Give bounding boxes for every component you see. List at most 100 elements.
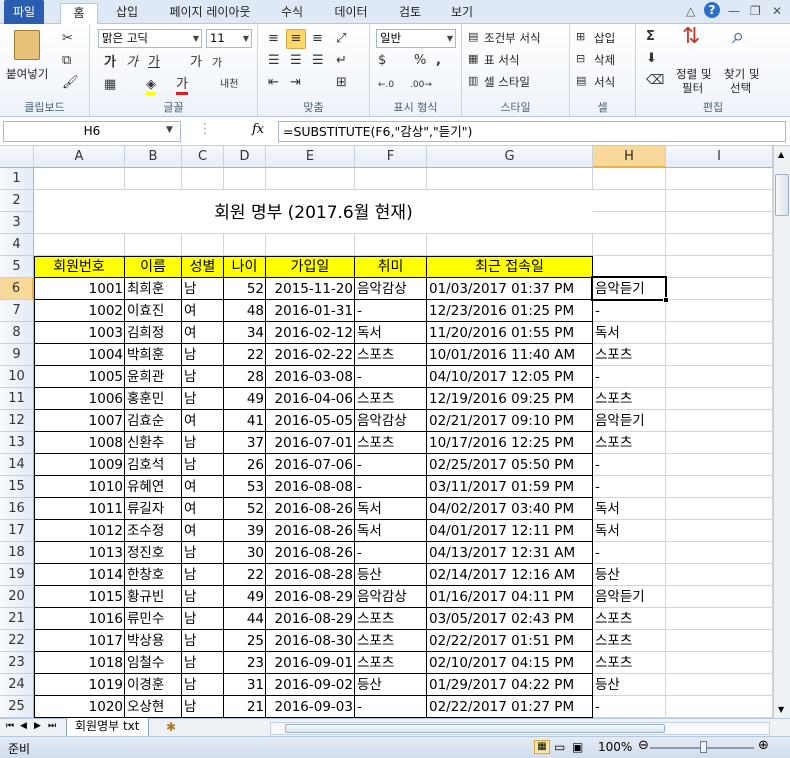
table-cell[interactable]: 2016-05-05: [266, 410, 355, 432]
table-cell[interactable]: 37: [224, 432, 266, 454]
font-size-select[interactable]: 11 ▼: [206, 29, 252, 48]
insert-cells-button[interactable]: 삽입: [594, 30, 615, 46]
prev-sheet-icon[interactable]: ◀: [20, 721, 27, 731]
table-cell[interactable]: 02/25/2017 05:50 PM: [427, 454, 593, 476]
select-all-corner[interactable]: [0, 146, 34, 168]
page-break-view-icon[interactable]: ▣: [572, 740, 583, 754]
table-cell[interactable]: 스포츠: [355, 608, 427, 630]
tab-insert[interactable]: 삽입: [110, 3, 144, 24]
table-cell[interactable]: 1012: [34, 520, 125, 542]
fill-handle[interactable]: [663, 297, 669, 303]
table-cell[interactable]: 여: [182, 476, 224, 498]
zoom-slider-thumb[interactable]: [700, 741, 707, 753]
table-cell[interactable]: 남: [182, 564, 224, 586]
row-header[interactable]: 8: [0, 322, 34, 344]
row-header[interactable]: 18: [0, 542, 34, 564]
row-header[interactable]: 16: [0, 498, 34, 520]
table-cell[interactable]: 독서: [355, 498, 427, 520]
table-cell[interactable]: -: [593, 542, 666, 564]
table-cell[interactable]: 2016-01-31: [266, 300, 355, 322]
table-cell[interactable]: 1016: [34, 608, 125, 630]
table-cell[interactable]: 52: [224, 278, 266, 300]
column-header-b[interactable]: B: [125, 146, 182, 168]
align-top-icon[interactable]: ≡: [268, 32, 279, 46]
accounting-format-icon[interactable]: $: [378, 54, 386, 68]
format-cells-button[interactable]: 서식: [594, 74, 615, 90]
table-cell[interactable]: 독서: [355, 520, 427, 542]
table-cell[interactable]: 오상현: [125, 696, 182, 718]
table-cell[interactable]: 1019: [34, 674, 125, 696]
increase-decimal-icon[interactable]: ←.0: [378, 78, 394, 92]
tab-review[interactable]: 검토: [390, 3, 430, 24]
row-header[interactable]: 22: [0, 630, 34, 652]
header-cell[interactable]: 최근 접속일: [427, 256, 593, 278]
merge-center-icon[interactable]: ⊞: [336, 76, 347, 90]
insert-function-button[interactable]: fx: [252, 122, 264, 137]
column-header-h[interactable]: H: [593, 146, 666, 168]
table-cell[interactable]: 김효순: [125, 410, 182, 432]
row-header[interactable]: 10: [0, 366, 34, 388]
table-cell[interactable]: -: [355, 476, 427, 498]
underline-button[interactable]: 가: [148, 56, 160, 70]
table-cell[interactable]: 01/03/2017 01:37 PM: [427, 278, 593, 300]
row-header[interactable]: 9: [0, 344, 34, 366]
name-box-dropdown-icon[interactable]: ▼: [166, 125, 173, 135]
table-cell[interactable]: 최희훈: [125, 278, 182, 300]
table-cell[interactable]: 스포츠: [355, 652, 427, 674]
table-cell[interactable]: 1017: [34, 630, 125, 652]
tab-view[interactable]: 보기: [442, 3, 482, 24]
row-header[interactable]: 14: [0, 454, 34, 476]
table-cell[interactable]: 1001: [34, 278, 125, 300]
bold-button[interactable]: 가: [104, 56, 116, 70]
table-cell[interactable]: 남: [182, 454, 224, 476]
grow-font-button[interactable]: 가: [190, 56, 202, 70]
table-cell[interactable]: 음악감상: [355, 278, 427, 300]
table-cell[interactable]: 34: [224, 322, 266, 344]
decrease-decimal-icon[interactable]: .00→: [410, 78, 432, 92]
table-cell[interactable]: 스포츠: [593, 608, 666, 630]
column-header-d[interactable]: D: [224, 146, 266, 168]
wrap-text-icon[interactable]: ↵: [336, 54, 347, 68]
row-header[interactable]: 15: [0, 476, 34, 498]
header-cell[interactable]: 가입일: [266, 256, 355, 278]
table-cell[interactable]: 스포츠: [593, 432, 666, 454]
table-cell[interactable]: 44: [224, 608, 266, 630]
table-cell[interactable]: 1009: [34, 454, 125, 476]
table-cell[interactable]: -: [355, 542, 427, 564]
table-cell[interactable]: 등산: [593, 674, 666, 696]
orientation-icon[interactable]: ⤢: [336, 32, 346, 46]
table-cell[interactable]: 21: [224, 696, 266, 718]
column-header-e[interactable]: E: [266, 146, 355, 168]
collapse-ribbon-icon[interactable]: △: [686, 4, 695, 18]
table-cell[interactable]: 22: [224, 564, 266, 586]
tab-data[interactable]: 데이터: [328, 3, 374, 24]
table-cell[interactable]: 2016-02-22: [266, 344, 355, 366]
table-cell[interactable]: 1002: [34, 300, 125, 322]
table-cell[interactable]: 31: [224, 674, 266, 696]
table-cell[interactable]: 독서: [593, 322, 666, 344]
table-cell[interactable]: 1010: [34, 476, 125, 498]
table-cell[interactable]: 49: [224, 388, 266, 410]
format-painter-icon[interactable]: 🖌: [62, 76, 79, 90]
increase-indent-icon[interactable]: ⇥: [290, 76, 301, 90]
table-cell[interactable]: 남: [182, 344, 224, 366]
table-cell[interactable]: 48: [224, 300, 266, 322]
scroll-down-icon[interactable]: ▼: [778, 705, 784, 714]
row-header[interactable]: 5: [0, 256, 34, 278]
table-cell[interactable]: 류길자: [125, 498, 182, 520]
zoom-out-icon[interactable]: ⊖: [638, 738, 649, 753]
table-cell[interactable]: 04/01/2017 12:11 PM: [427, 520, 593, 542]
table-cell[interactable]: 남: [182, 278, 224, 300]
help-icon[interactable]: ?: [704, 2, 720, 18]
row-header[interactable]: 4: [0, 234, 34, 256]
table-cell[interactable]: 등산: [593, 564, 666, 586]
table-cell[interactable]: 12/19/2016 09:25 PM: [427, 388, 593, 410]
table-cell[interactable]: 23: [224, 652, 266, 674]
tab-file[interactable]: 파일: [4, 0, 44, 24]
table-cell[interactable]: 1011: [34, 498, 125, 520]
row-header[interactable]: 2: [0, 190, 34, 212]
decrease-indent-icon[interactable]: ⇤: [268, 76, 279, 90]
table-cell[interactable]: 04/02/2017 03:40 PM: [427, 498, 593, 520]
paste-icon[interactable]: [14, 30, 40, 60]
font-color-button[interactable]: 가: [176, 78, 188, 95]
